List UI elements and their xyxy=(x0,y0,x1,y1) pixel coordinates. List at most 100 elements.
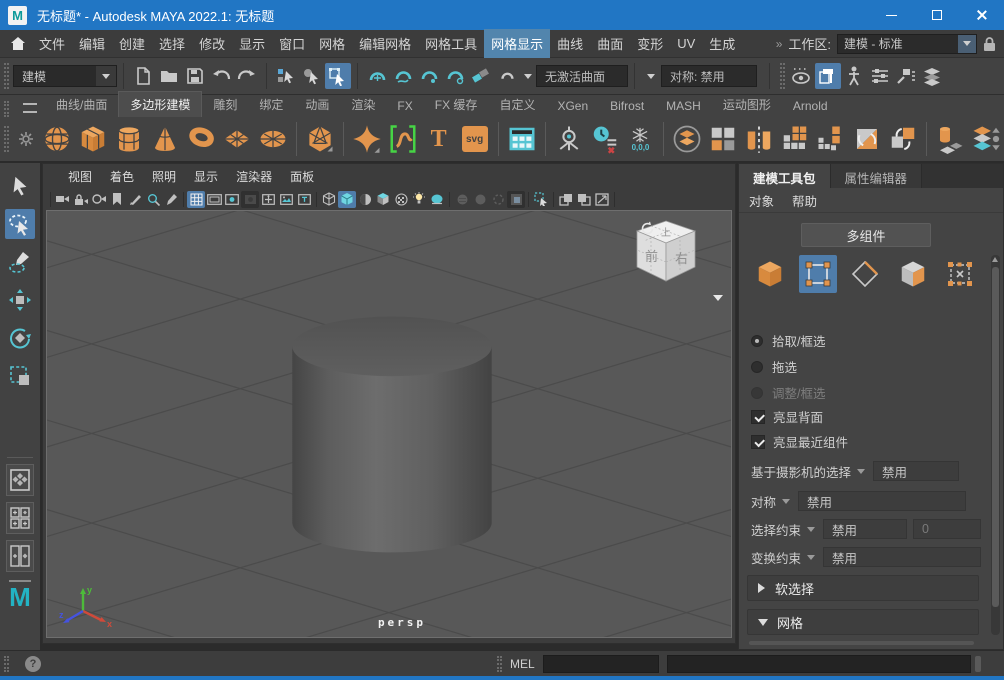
layout-two-pane-button[interactable] xyxy=(6,540,34,572)
highlight-backfaces-checkbox[interactable] xyxy=(751,409,765,424)
poly-cylinder-icon[interactable] xyxy=(112,122,146,156)
textured-cube-icon[interactable] xyxy=(374,191,392,208)
reset-transform-icon[interactable] xyxy=(588,122,622,156)
grid-toggle-icon[interactable] xyxy=(187,190,205,208)
camera-based-dropdown-icon[interactable] xyxy=(857,468,866,474)
layout-four-pane-button[interactable] xyxy=(6,502,34,534)
shelf-tab-rigging[interactable]: 绑定 xyxy=(248,92,294,117)
viewcube-home-icon[interactable] xyxy=(641,221,655,235)
symmetry-value-field[interactable]: 禁用 xyxy=(798,491,967,511)
resolution-gate-icon[interactable] xyxy=(223,191,241,208)
maximize-button[interactable] xyxy=(914,0,959,30)
vp-menu-panels[interactable]: 面板 xyxy=(281,164,323,189)
shelf-tab-fx-caching[interactable]: FX 缓存 xyxy=(424,92,489,117)
undo-button[interactable] xyxy=(208,63,234,89)
vertex-mode-button[interactable] xyxy=(798,255,837,293)
vp-menu-view[interactable]: 视图 xyxy=(59,164,101,189)
paint-select-tool[interactable] xyxy=(5,247,35,277)
vp-menu-show[interactable]: 显示 xyxy=(185,164,227,189)
symmetry-dropdown-icon[interactable] xyxy=(647,73,655,79)
multi-component-button[interactable]: 多组件 xyxy=(801,223,931,247)
drag-radio-row[interactable]: 拖选 xyxy=(751,357,797,376)
select-camera-icon[interactable] xyxy=(54,191,72,208)
statusbar-grip[interactable] xyxy=(497,655,502,672)
zoom-region-icon[interactable] xyxy=(144,191,162,208)
shelf-tab-animation[interactable]: 动画 xyxy=(294,92,340,117)
smooth-mesh-icon[interactable] xyxy=(670,122,704,156)
pick-marquee-radio[interactable] xyxy=(751,334,763,347)
object-mode-button[interactable] xyxy=(751,255,789,293)
image-plane-edit-icon[interactable] xyxy=(126,191,144,208)
selection-highlight-icon[interactable] xyxy=(532,191,550,208)
shelf-tab-custom[interactable]: 自定义 xyxy=(488,92,546,117)
textured-mode-icon[interactable] xyxy=(356,191,374,208)
minimize-button[interactable] xyxy=(869,0,914,30)
shelf-menu-icon[interactable] xyxy=(23,103,37,113)
menu-overflow-icon[interactable]: » xyxy=(776,37,789,51)
field-chart-icon[interactable] xyxy=(259,191,277,208)
toolbar-separator[interactable] xyxy=(357,63,358,89)
vp-menu-shading[interactable]: 着色 xyxy=(101,164,143,189)
shelf-options-gear-icon[interactable] xyxy=(14,122,38,156)
node-editor-icon[interactable] xyxy=(867,63,893,89)
shelf-tab-sculpting[interactable]: 雕刻 xyxy=(202,92,248,117)
workspace-dropdown-icon[interactable] xyxy=(958,34,976,53)
snap-magnet-button[interactable] xyxy=(494,63,520,89)
toolbar-separator[interactable] xyxy=(123,63,124,89)
freeze-transform-icon[interactable]: 0,0,0 xyxy=(624,122,658,156)
drag-radio[interactable] xyxy=(751,360,763,373)
new-scene-button[interactable] xyxy=(130,63,156,89)
snapshot-icon[interactable] xyxy=(593,191,611,208)
shelf-tab-arnold[interactable]: Arnold xyxy=(782,95,839,117)
snap-to-point-button[interactable] xyxy=(416,63,442,89)
bookmark-icon[interactable] xyxy=(108,191,126,208)
redo-button[interactable] xyxy=(234,63,260,89)
menu-edit[interactable]: 编辑 xyxy=(72,29,112,58)
mirror-geometry-icon[interactable] xyxy=(742,122,776,156)
sweep-mesh-icon[interactable] xyxy=(350,122,384,156)
transform-constraint-dropdown-icon[interactable] xyxy=(807,554,816,560)
toolbar-separator[interactable] xyxy=(769,63,770,89)
selection-constraint-dropdown-icon[interactable] xyxy=(807,526,816,532)
move-tool[interactable] xyxy=(5,285,35,315)
command-line-scrollbar[interactable] xyxy=(974,655,981,672)
menu-set-dropdown-icon[interactable] xyxy=(96,66,116,86)
camera-based-value-field[interactable]: 禁用 xyxy=(873,461,960,481)
shelf-grip[interactable] xyxy=(4,101,9,117)
plane2d-mode-icon[interactable] xyxy=(507,190,525,208)
help-icon[interactable]: ? xyxy=(25,655,41,672)
boolean-difference-icon[interactable] xyxy=(886,122,920,156)
command-feedback-field[interactable] xyxy=(666,654,971,673)
menu-file[interactable]: 文件 xyxy=(32,29,72,58)
poly-sphere-icon[interactable] xyxy=(40,122,74,156)
camera-attributes-icon[interactable] xyxy=(90,191,108,208)
curve-tool-icon[interactable] xyxy=(386,122,420,156)
isolate-add-icon[interactable] xyxy=(575,191,593,208)
snap-to-grid-button[interactable] xyxy=(364,63,390,89)
greasepencil-icon[interactable] xyxy=(162,191,180,208)
shelf-tab-bifrost[interactable]: Bifrost xyxy=(599,95,655,117)
poly-cone-icon[interactable] xyxy=(148,122,182,156)
boolean-union-icon[interactable] xyxy=(850,122,884,156)
edge-mode-button[interactable] xyxy=(846,255,884,293)
soft-select-section-header[interactable]: 软选择 xyxy=(747,575,979,601)
mesh-section-header[interactable]: 网格 xyxy=(747,609,979,635)
rotate-tool[interactable] xyxy=(5,323,35,353)
image-plane-icon[interactable] xyxy=(277,191,295,208)
poly-disc-icon[interactable] xyxy=(256,122,290,156)
type-tool-icon[interactable]: T xyxy=(422,122,456,156)
shelf-grip[interactable] xyxy=(4,126,9,152)
snap-options-dropdown-icon[interactable] xyxy=(524,73,532,79)
combine-mesh-icon[interactable] xyxy=(778,122,812,156)
scrollbar-thumb[interactable] xyxy=(992,267,999,607)
select-object-button[interactable] xyxy=(299,63,325,89)
mel-label[interactable]: MEL xyxy=(510,657,535,671)
toolbar-grip[interactable] xyxy=(4,63,9,89)
lock-camera-icon[interactable] xyxy=(72,191,90,208)
symmetry-field[interactable]: 对称: 禁用 xyxy=(661,65,757,87)
lasso-tool[interactable] xyxy=(5,209,35,239)
scale-tool[interactable] xyxy=(5,361,35,391)
menu-deform[interactable]: 变形 xyxy=(630,29,670,58)
character-controls-icon[interactable] xyxy=(841,63,867,89)
menu-uv[interactable]: UV xyxy=(670,31,702,56)
